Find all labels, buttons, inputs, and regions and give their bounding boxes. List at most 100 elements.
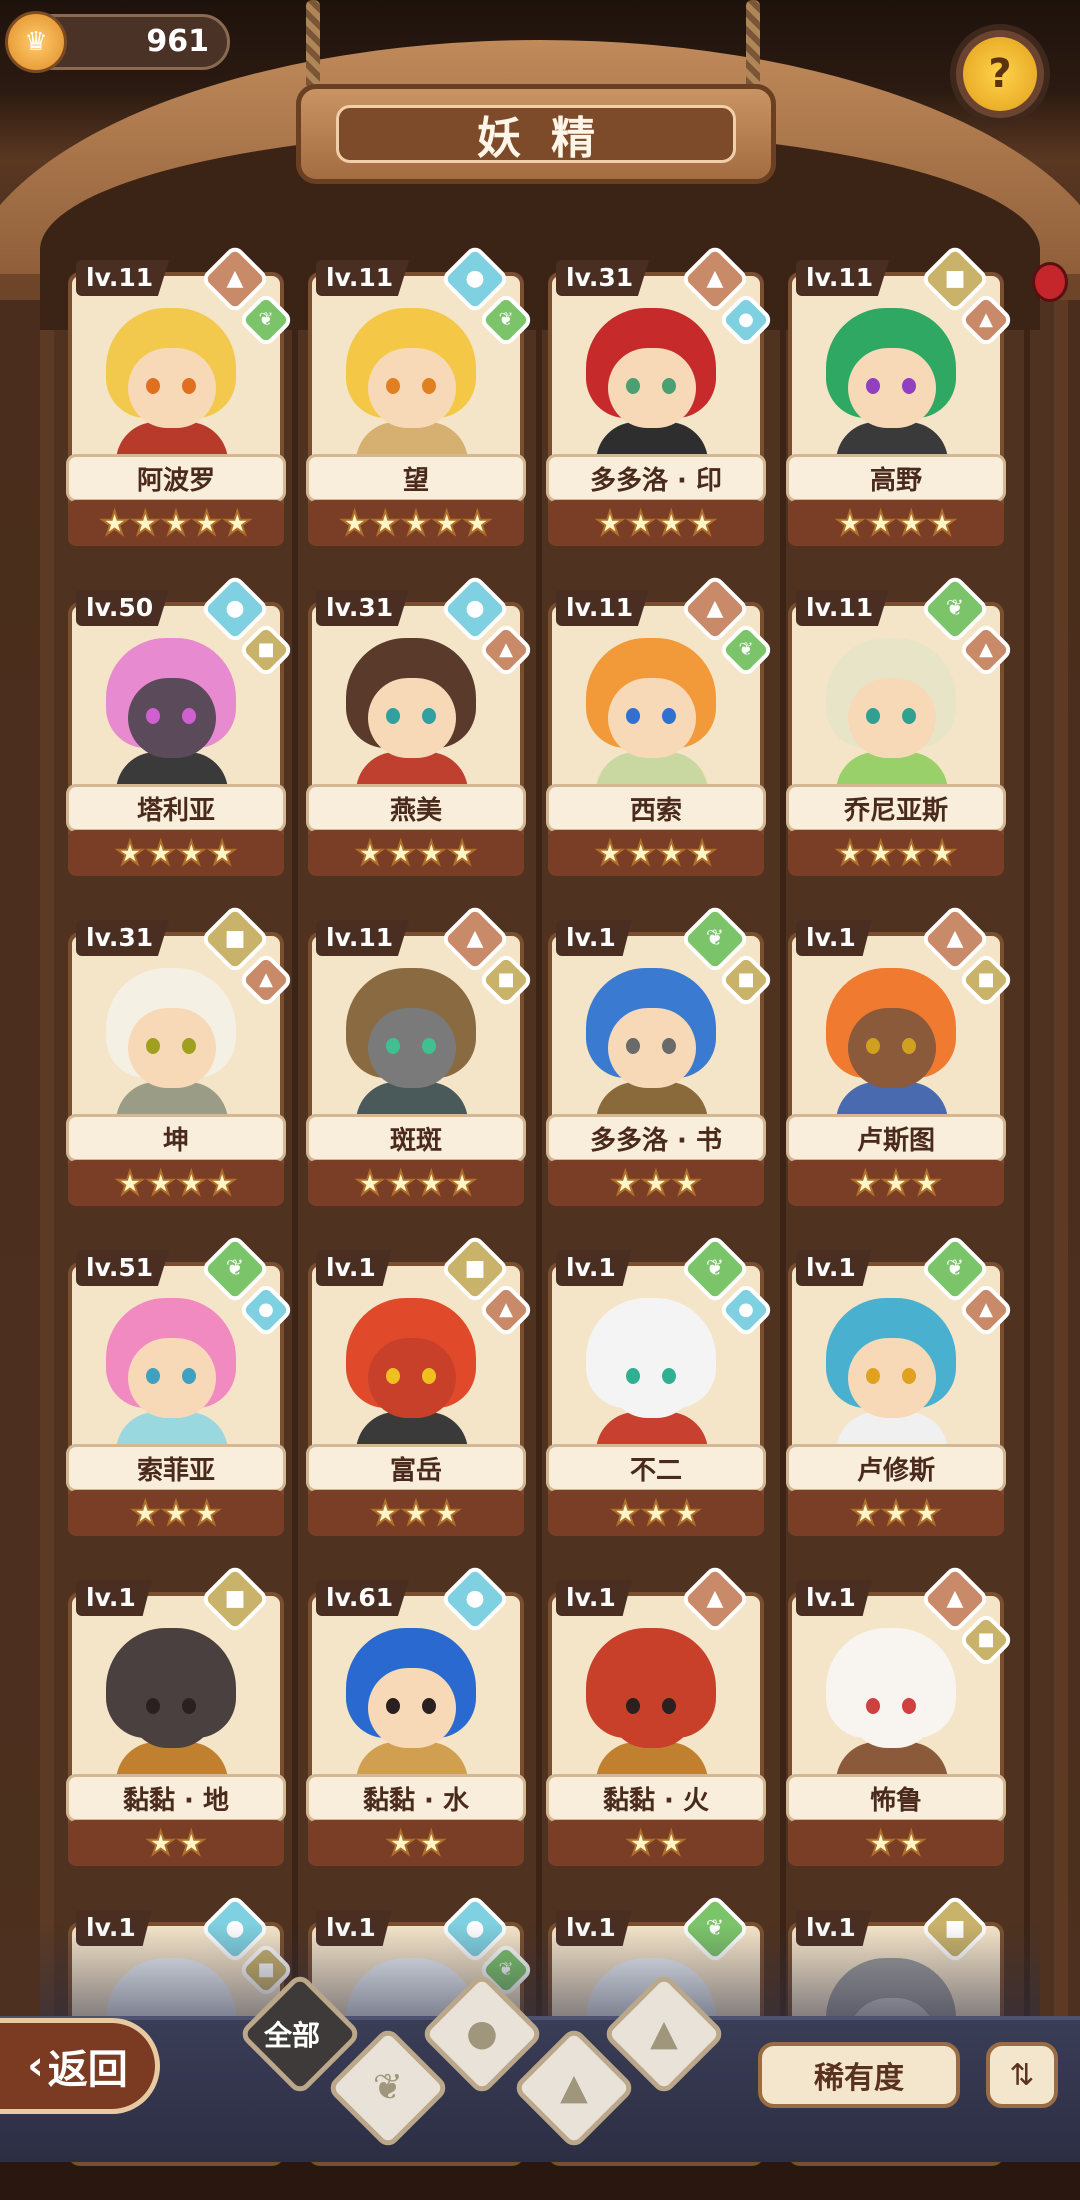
help-button[interactable]: ? (950, 24, 1050, 124)
star-icon: ★ (610, 1494, 641, 1532)
portrait-face (128, 348, 216, 428)
star-rating: ★ ★ (548, 1820, 764, 1866)
fairy-card[interactable]: lv.50 ● ■ 塔利亚 ★ ★ ★ ★ (62, 573, 295, 880)
fairy-name: 高野 (786, 454, 1006, 502)
portrait-face (848, 1338, 936, 1418)
portrait-eye (146, 1368, 160, 1384)
portrait-eye (662, 708, 676, 724)
fairy-card[interactable]: lv.51 ❦ ● 索菲亚 ★ ★ ★ (62, 1233, 295, 1540)
fairy-card[interactable]: lv.1 ■ 黏黏 · 地 ★ ★ (62, 1563, 290, 1870)
portrait-face (128, 1668, 216, 1748)
fairy-card[interactable]: lv.11 ❦ ▲ 乔尼亚斯 ★ ★ ★ ★ (782, 573, 1015, 880)
star-rating: ★ ★ ★ ★ (548, 830, 764, 876)
fairy-name: 坤 (66, 1114, 286, 1162)
fairy-card[interactable]: lv.1 ❦ ● 不二 ★ ★ ★ (542, 1233, 775, 1540)
fairy-card[interactable]: lv.1 ▲ ■ 卢斯图 ★ ★ ★ (782, 903, 1015, 1210)
level-badge: lv.11 (316, 920, 410, 956)
star-rating: ★ ★ ★ (548, 1490, 764, 1536)
star-icon: ★ (850, 1494, 881, 1532)
fairy-card[interactable]: lv.1 ❦ ▲ 卢修斯 ★ ★ ★ (782, 1233, 1015, 1540)
level-badge: lv.61 (316, 1580, 410, 1616)
star-icon: ★ (656, 1824, 687, 1862)
fairy-card[interactable]: lv.11 ▲ ❦ 阿波罗 ★ ★ ★ ★ ★ (62, 243, 295, 550)
fairy-card[interactable]: lv.11 ▲ ■ 斑斑 ★ ★ ★ ★ (302, 903, 535, 1210)
portrait-face (608, 348, 696, 428)
portrait-face (848, 1668, 936, 1748)
star-rating: ★ ★ ★ ★ ★ (68, 500, 284, 546)
star-icon: ★ (145, 1824, 176, 1862)
level-badge: lv.31 (556, 260, 650, 296)
fairy-card[interactable]: lv.11 ■ ▲ 高野 ★ ★ ★ ★ (782, 243, 1015, 550)
portrait-eye (902, 1038, 916, 1054)
fairy-card[interactable]: lv.11 ▲ ❦ 西索 ★ ★ ★ ★ (542, 573, 775, 880)
star-icon: ★ (447, 834, 478, 872)
fairy-portrait (336, 960, 486, 1136)
star-rating: ★ ★ ★ ★ (788, 500, 1004, 546)
star-icon: ★ (339, 504, 370, 542)
fairy-name: 黏黏 · 火 (546, 1774, 766, 1822)
star-icon: ★ (222, 504, 253, 542)
level-badge: lv.31 (316, 590, 410, 626)
portrait-eye (386, 1038, 400, 1054)
filter-all-label: 全部 (264, 2019, 321, 2052)
level-badge: lv.1 (316, 1250, 392, 1286)
fairy-card[interactable]: lv.1 ■ ▲ 富岳 ★ ★ ★ (302, 1233, 535, 1540)
star-icon: ★ (176, 1164, 207, 1202)
portrait-eye (182, 1368, 196, 1384)
star-icon: ★ (835, 504, 866, 542)
star-icon: ★ (656, 834, 687, 872)
star-icon: ★ (370, 504, 401, 542)
star-icon: ★ (416, 1824, 447, 1862)
currency-display[interactable]: ♛ 961 (5, 11, 230, 73)
portrait-eye (182, 1698, 196, 1714)
fairy-card[interactable]: lv.1 ❦ ■ 多多洛 · 书 ★ ★ ★ (542, 903, 775, 1210)
star-icon: ★ (130, 504, 161, 542)
fairy-card[interactable]: lv.31 ● ▲ 燕美 ★ ★ ★ ★ (302, 573, 535, 880)
portrait-face (368, 348, 456, 428)
bottom-fade (40, 1924, 1040, 2024)
level-badge: lv.1 (556, 1250, 632, 1286)
star-icon: ★ (610, 1164, 641, 1202)
portrait-eye (422, 1038, 436, 1054)
portrait-eye (386, 1368, 400, 1384)
fairy-card[interactable]: lv.31 ■ ▲ 坤 ★ ★ ★ ★ (62, 903, 295, 1210)
fairy-name: 富岳 (306, 1444, 526, 1492)
star-rating: ★ ★ ★ (548, 1160, 764, 1206)
fairy-portrait (576, 300, 726, 476)
portrait-eye (866, 1368, 880, 1384)
fairy-name: 多多洛 · 印 (546, 454, 766, 502)
star-rating: ★ ★ ★ ★ (68, 830, 284, 876)
portrait-eye (386, 378, 400, 394)
crown-coin-icon: ♛ (5, 11, 67, 73)
sort-order-icon: ⇅ (1009, 2057, 1035, 2093)
star-icon: ★ (431, 1494, 462, 1532)
fairy-card[interactable]: lv.61 ● 黏黏 · 水 ★ ★ (302, 1563, 530, 1870)
ladybug-icon (1032, 262, 1068, 302)
fairy-portrait (336, 1620, 486, 1796)
star-rating: ★ ★ ★ (788, 1490, 1004, 1536)
fairy-name: 乔尼亚斯 (786, 784, 1006, 832)
star-rating: ★ ★ ★ ★ (68, 1160, 284, 1206)
back-button[interactable]: ‹ 返回 (0, 2018, 160, 2114)
portrait-eye (146, 378, 160, 394)
portrait-eye (866, 1698, 880, 1714)
portrait-face (368, 678, 456, 758)
fairy-name: 不二 (546, 1444, 766, 1492)
level-badge: lv.31 (76, 920, 170, 956)
sort-rarity-button[interactable]: 稀有度 (758, 2042, 960, 2108)
portrait-face (368, 1338, 456, 1418)
portrait-eye (626, 1038, 640, 1054)
chevron-left-icon: ‹ (27, 2043, 44, 2089)
sort-order-button[interactable]: ⇅ (986, 2042, 1058, 2108)
fairy-card[interactable]: lv.31 ▲ ● 多多洛 · 印 ★ ★ ★ ★ (542, 243, 775, 550)
fairy-card[interactable]: lv.11 ● ❦ 望 ★ ★ ★ ★ ★ (302, 243, 535, 550)
mountain-icon: ▲ (650, 2013, 678, 2054)
star-icon: ★ (355, 1164, 386, 1202)
fairy-card[interactable]: lv.1 ▲ 黏黏 · 火 ★ ★ (542, 1563, 770, 1870)
fairy-card[interactable]: lv.1 ▲ ■ 怖鲁 ★ ★ (782, 1563, 1015, 1870)
star-icon: ★ (687, 504, 718, 542)
fairy-portrait (336, 300, 486, 476)
portrait-face (368, 1668, 456, 1748)
level-badge: lv.1 (556, 920, 632, 956)
fairy-portrait (96, 1620, 246, 1796)
